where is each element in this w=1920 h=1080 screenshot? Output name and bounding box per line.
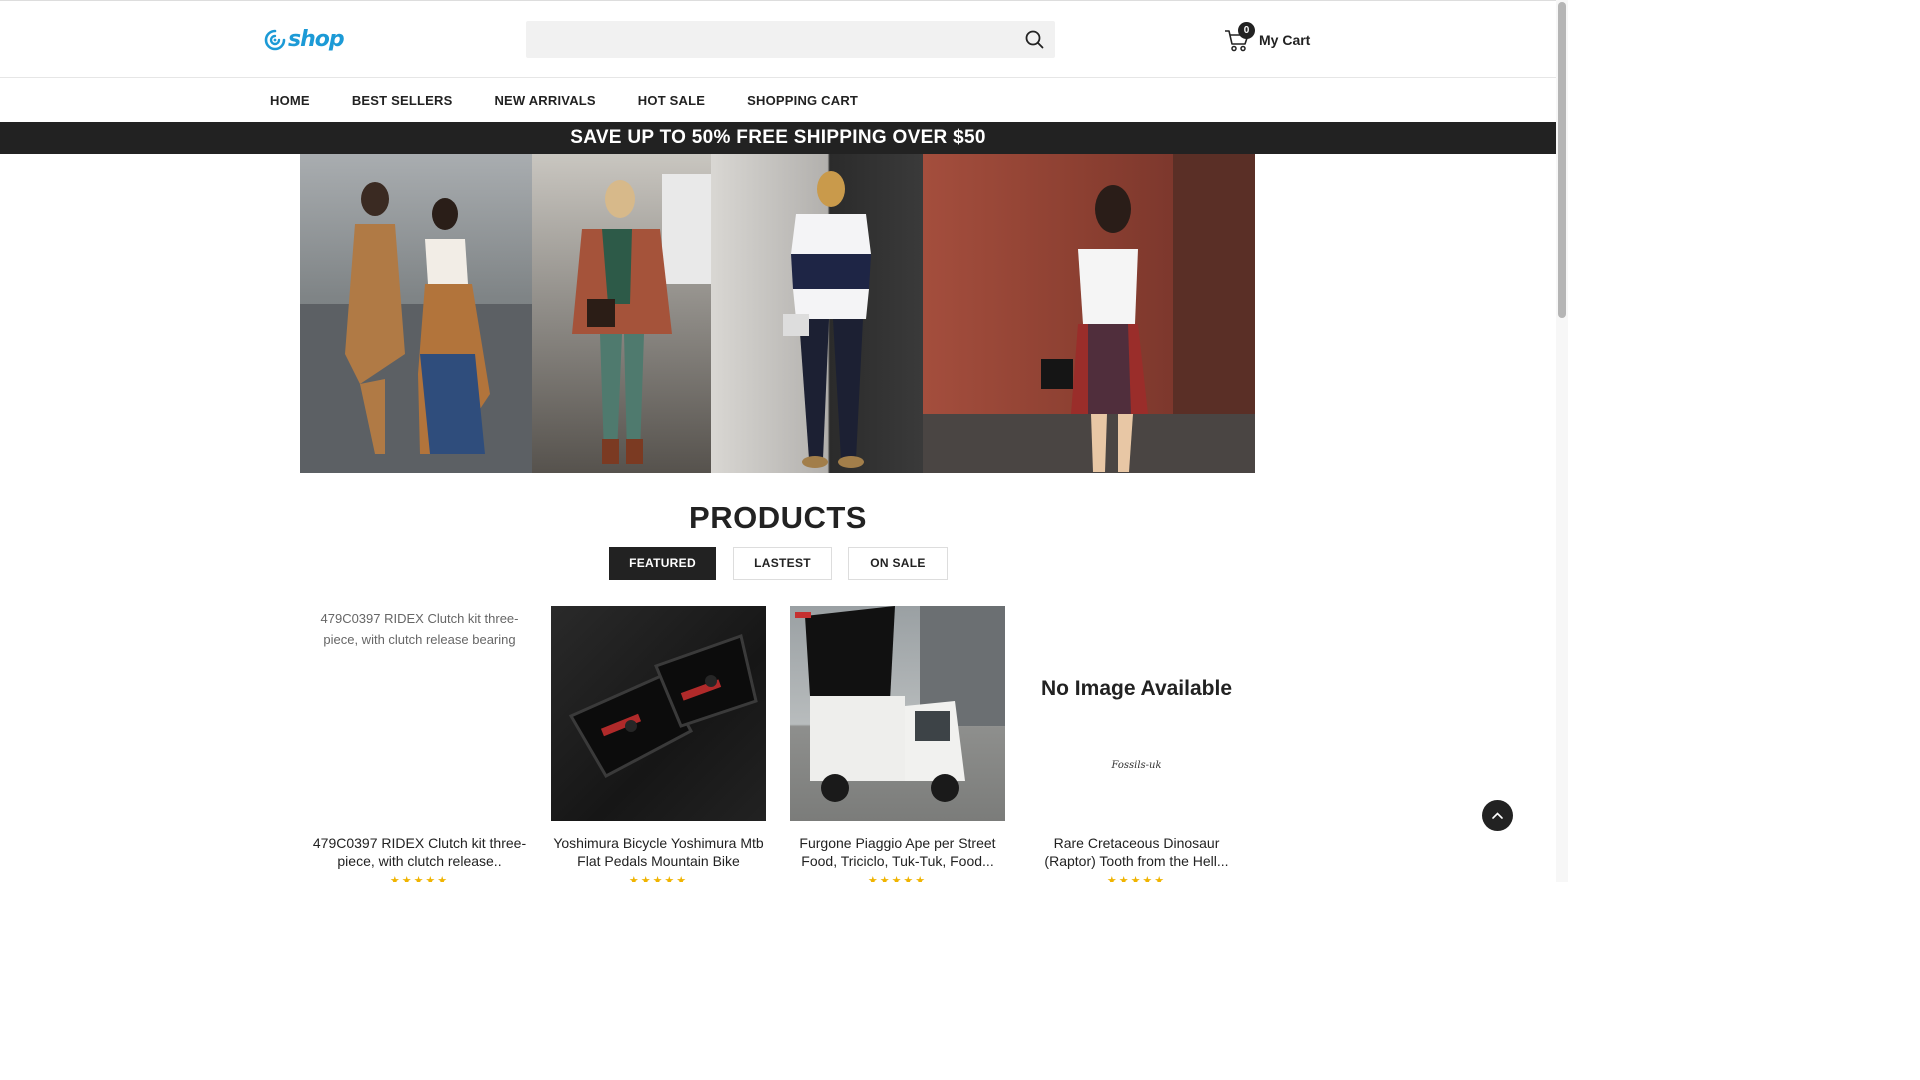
logo-swirl-icon [264,29,286,50]
product-image[interactable] [551,606,766,821]
nav-new-arrivals[interactable]: NEW ARRIVALS [494,93,595,108]
broken-image-alt-text: 479C0397 RIDEX Clutch kit three-piece, w… [320,611,519,647]
product-name[interactable]: Furgone Piaggio Ape per Street Food, Tri… [790,834,1005,870]
star-rating: ★★★★★ [389,875,450,882]
hero-figures-3 [783,171,871,468]
hero-figures-1 [300,182,532,473]
search-bar [526,21,1055,58]
scrollbar-thumb[interactable] [1558,2,1566,318]
hero-photo-1 [300,154,532,473]
promo-banner: SAVE UP TO 50% FREE SHIPPING OVER $50 [0,122,1556,154]
hero-photo-4 [923,154,1255,473]
no-image-text: No Image Available [1040,677,1232,700]
cart-icon-wrap: 0 [1224,22,1255,53]
product-grid: 479C0397 RIDEX Clutch kit three-piece, w… [312,606,1244,882]
hero-figures-2 [572,174,711,464]
product-tabs: FEATURED LASTEST ON SALE [609,547,948,580]
star-rating: ★★★★★ [867,875,928,882]
star-rating: ★★★★★ [628,875,689,882]
star-rating: ★★★★★ [1106,875,1167,882]
nav-best-sellers[interactable]: BEST SELLERS [352,93,453,108]
cart-count-badge: 0 [1238,22,1255,39]
product-name[interactable]: Rare Cretaceous Dinosaur (Raptor) Tooth … [1029,834,1244,870]
product-card[interactable]: 479C0397 RIDEX Clutch kit three-piece, w… [312,606,527,882]
pedal-image [568,634,758,778]
product-card[interactable]: Yoshimura Bicycle Yoshimura Mtb Flat Ped… [551,606,766,882]
product-image-broken[interactable]: 479C0397 RIDEX Clutch kit three-piece, w… [312,606,527,821]
product-image[interactable] [790,606,1005,821]
product-card[interactable]: Furgone Piaggio Ape per Street Food, Tri… [790,606,1005,882]
product-name[interactable]: Yoshimura Bicycle Yoshimura Mtb Flat Ped… [551,834,766,870]
page-scrollbar[interactable] [1556,0,1568,882]
hero-photo-2 [532,154,711,473]
nav-shopping-cart[interactable]: SHOPPING CART [747,93,858,108]
no-image-placeholder[interactable]: No Image Available Fossils-uk [1029,606,1244,821]
tab-lastest[interactable]: LASTEST [733,547,832,580]
page: shop 0 My Cart HOME BEST SELLERS NEW ARR… [0,0,1556,882]
search-input[interactable] [526,21,1006,58]
hero-photo-3 [711,154,923,473]
site-logo[interactable]: shop [263,27,345,52]
tab-on-sale[interactable]: ON SALE [848,547,948,580]
products-heading: PRODUCTS [689,500,867,535]
logo-text: shop [288,27,345,52]
product-name[interactable]: 479C0397 RIDEX Clutch kit three-piece, w… [312,834,527,870]
cart-button[interactable]: 0 My Cart [1224,22,1311,53]
seller-signature-watermark: Fossils-uk [1111,760,1162,771]
search-icon[interactable] [1024,29,1045,50]
cart-label: My Cart [1259,32,1311,48]
tab-featured[interactable]: FEATURED [609,547,716,580]
food-truck-image [795,606,1005,802]
chevron-up-icon [1492,812,1503,819]
scroll-to-top-button[interactable] [1482,800,1513,831]
nav-home[interactable]: HOME [270,93,310,108]
main-nav: HOME BEST SELLERS NEW ARRIVALS HOT SALE … [0,79,1556,121]
site-header: shop 0 My Cart [0,1,1556,78]
hero-figures-4 [923,154,1255,473]
product-card[interactable]: No Image Available Fossils-uk Rare Creta… [1029,606,1244,883]
nav-hot-sale[interactable]: HOT SALE [638,93,705,108]
hero-banner[interactable] [300,154,1255,473]
